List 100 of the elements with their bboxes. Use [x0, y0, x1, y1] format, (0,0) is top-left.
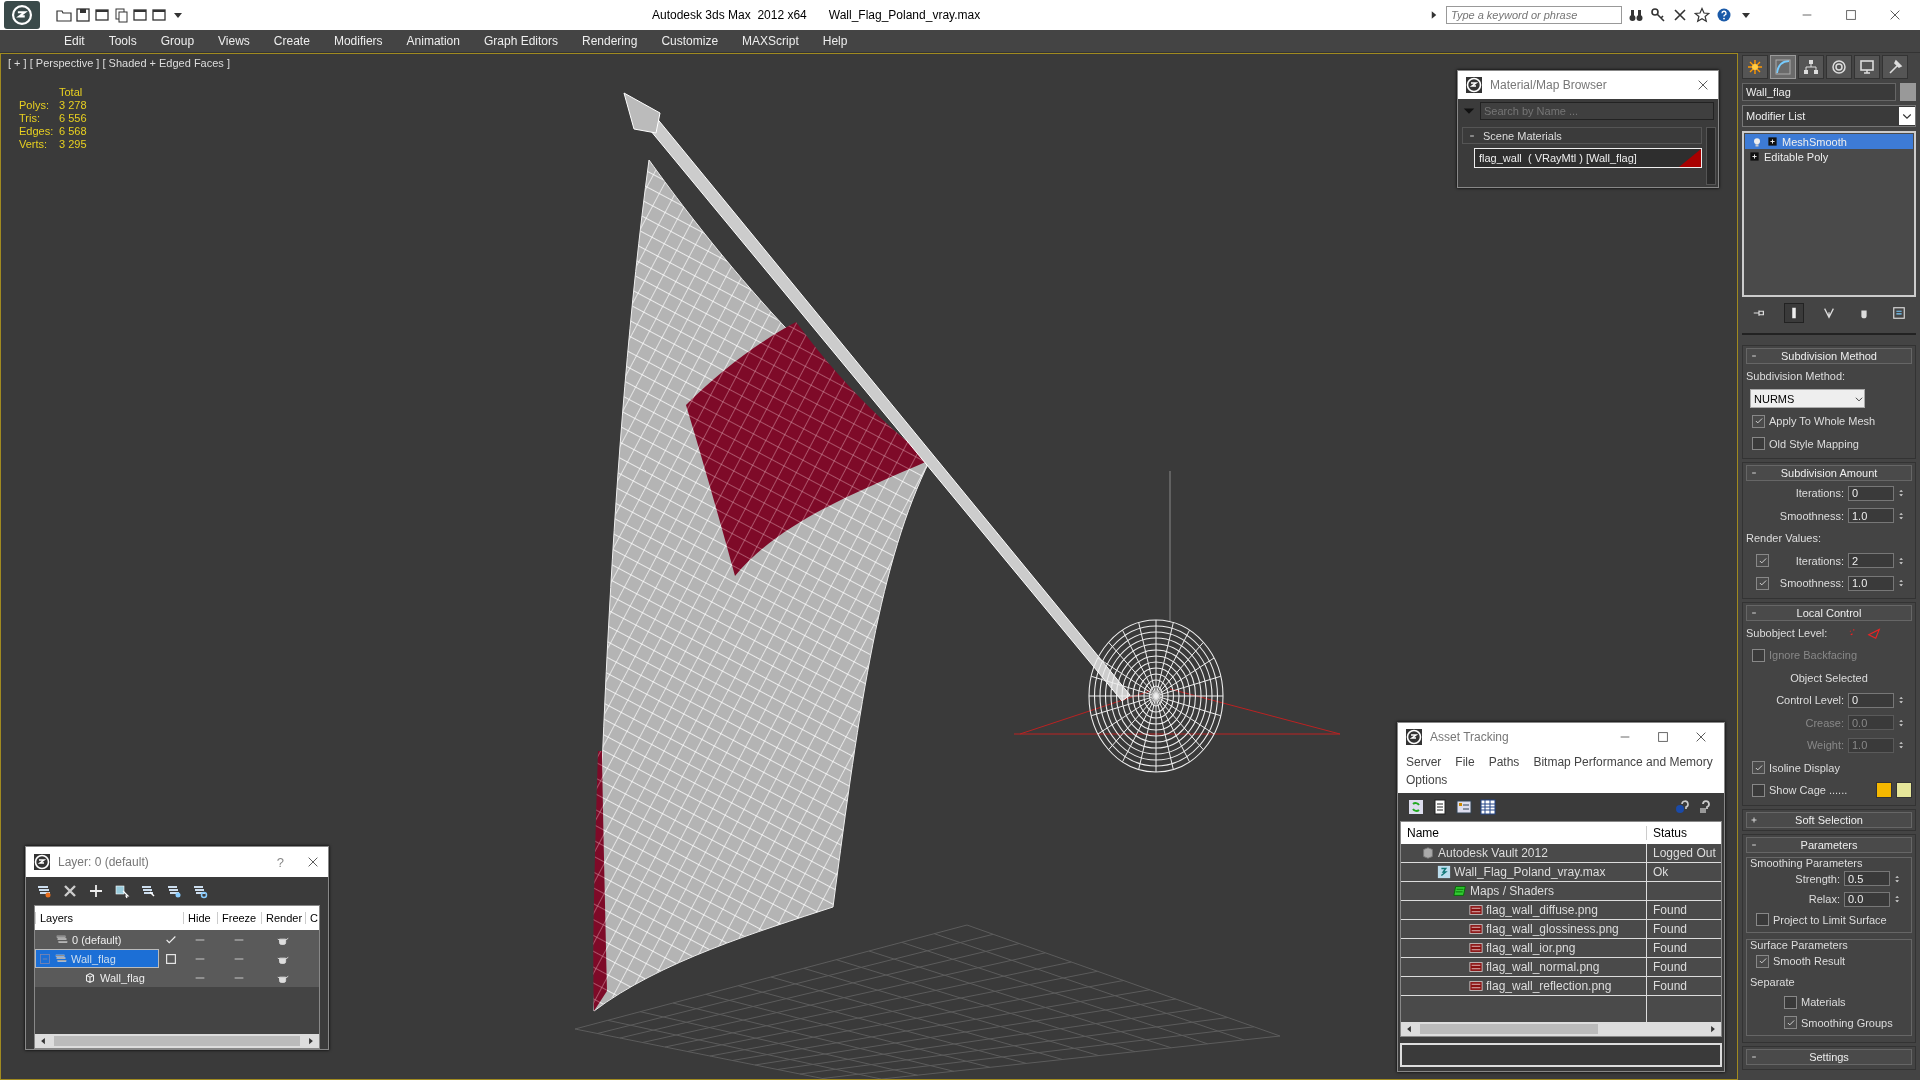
circle-icon[interactable] — [1831, 59, 1847, 75]
key-icon[interactable] — [1650, 7, 1666, 23]
menu-item[interactable]: Paths — [1488, 753, 1520, 771]
menu-item[interactable]: Server — [1406, 753, 1442, 771]
list-icon[interactable] — [1432, 799, 1448, 815]
material-item[interactable]: flag_wall ( VRayMtl ) [Wall_flag] — [1474, 148, 1702, 168]
spinner-field[interactable]: 2 — [1848, 553, 1894, 569]
tree-icon[interactable] — [1456, 799, 1472, 815]
asset-name[interactable]: flag_wall_normal.png — [1486, 960, 1600, 974]
scrollbar[interactable] — [1401, 1022, 1721, 1036]
asset-name[interactable]: Maps / Shaders — [1470, 884, 1555, 898]
checkbox[interactable] — [164, 951, 178, 966]
spinner-field[interactable]: 0.0 — [1844, 891, 1890, 907]
viewport[interactable] — [0, 53, 1738, 1080]
object-name-field[interactable]: Wall_flag — [1742, 83, 1896, 101]
checkbox-label[interactable]: Materials — [1801, 996, 1846, 1009]
menu-item[interactable]: Rendering — [570, 34, 650, 48]
column-header[interactable]: Status — [1646, 826, 1721, 840]
menu-item[interactable]: Options — [1406, 771, 1448, 789]
folder-icon[interactable] — [56, 7, 72, 23]
delete-icon[interactable] — [62, 883, 78, 899]
rollout-header[interactable]: Subdivision Amount — [1746, 465, 1912, 481]
panel-tab[interactable] — [1882, 55, 1908, 79]
checkbox-label[interactable]: Isoline Display — [1769, 761, 1840, 774]
globe-help-icon[interactable] — [1674, 799, 1690, 815]
method-dropdown[interactable]: NURMS — [1750, 389, 1865, 409]
color-swatch[interactable] — [1896, 782, 1912, 799]
close-icon[interactable] — [1888, 8, 1902, 22]
checkbox[interactable] — [1752, 414, 1765, 428]
spinner-field[interactable]: 0.5 — [1844, 871, 1890, 887]
rollout-header[interactable]: Soft Selection — [1746, 811, 1912, 828]
menu-item[interactable]: Animation — [394, 34, 472, 48]
modifier-list-dropdown[interactable]: Modifier List — [1742, 105, 1916, 127]
viewport-label[interactable]: [ + ] [ Perspective ] [ Shaded + Edged Faces ] — [8, 57, 230, 69]
checkbox[interactable] — [1756, 576, 1769, 590]
asset-name[interactable]: Wall_Flag_Poland_vray.max — [1454, 865, 1606, 879]
asset-name[interactable]: Autodesk Vault 2012 — [1438, 846, 1548, 860]
checkbox[interactable] — [1752, 783, 1765, 797]
search-field[interactable]: Type a keyword or phrase — [1446, 6, 1622, 24]
checkbox[interactable] — [1756, 954, 1769, 968]
color-swatch[interactable] — [1876, 782, 1892, 799]
menu-item[interactable]: Create — [261, 34, 322, 48]
help-button[interactable]: ? — [262, 854, 298, 870]
add-icon[interactable] — [88, 883, 104, 899]
column-header[interactable]: Hide — [183, 912, 217, 924]
checkbox[interactable] — [1784, 995, 1797, 1009]
spinner-field[interactable]: 0 — [1848, 692, 1894, 708]
spinner-field[interactable]: 1.0 — [1848, 508, 1894, 524]
object-color-swatch[interactable] — [1900, 83, 1916, 101]
save-icon[interactable] — [75, 7, 91, 23]
window-icon[interactable] — [132, 7, 148, 23]
checkbox-label[interactable]: Show Cage ...... — [1769, 784, 1872, 797]
column-header[interactable]: Freeze — [217, 912, 261, 924]
rollout-header[interactable]: Parameters — [1746, 836, 1912, 853]
refresh-icon[interactable] — [1408, 799, 1424, 815]
documents-icon[interactable] — [113, 7, 129, 23]
layer-light-icon[interactable] — [166, 883, 182, 899]
curve-icon[interactable] — [1775, 59, 1791, 75]
window-icon[interactable] — [94, 7, 110, 23]
stack-item[interactable]: MeshSmooth — [1745, 134, 1913, 149]
menu-item[interactable]: MAXScript — [730, 34, 811, 48]
layer-cursor-icon[interactable] — [140, 883, 156, 899]
scrollbar[interactable] — [35, 1034, 319, 1048]
menu-item[interactable]: Customize — [649, 34, 731, 48]
checkbox[interactable] — [1752, 761, 1765, 775]
rollout-header[interactable]: Settings — [1746, 1049, 1912, 1065]
asset-name[interactable]: flag_wall_glossiness.png — [1486, 922, 1619, 936]
close-icon[interactable] — [306, 855, 320, 869]
checkbox-label[interactable]: Smooth Result — [1773, 955, 1846, 968]
monitor-icon[interactable] — [1859, 59, 1875, 75]
menu-item[interactable]: Group — [148, 34, 207, 48]
layer-row[interactable]: Wall_flag — [35, 949, 159, 968]
layer-gear-icon[interactable] — [192, 883, 208, 899]
checkbox[interactable] — [1756, 554, 1769, 568]
grid-icon[interactable] — [1480, 799, 1496, 815]
panel-tab[interactable] — [1798, 55, 1824, 79]
menu-item[interactable]: Views — [206, 34, 262, 48]
checkbox-label[interactable]: Old Style Mapping — [1769, 437, 1859, 450]
window-icon[interactable] — [151, 7, 167, 23]
app-logo-button[interactable] — [4, 1, 40, 29]
group-header[interactable]: Scene Materials — [1462, 127, 1702, 144]
panel-tab[interactable] — [1826, 55, 1852, 79]
rollout-header[interactable]: Local Control — [1746, 604, 1912, 621]
menu-item[interactable]: Graph Editors — [471, 34, 570, 48]
star-icon[interactable] — [1694, 7, 1710, 23]
checkbox[interactable] — [1784, 1016, 1797, 1030]
column-header[interactable]: C — [305, 912, 319, 924]
panel-tab[interactable] — [1742, 55, 1768, 79]
asset-name[interactable]: flag_wall_ior.png — [1486, 941, 1576, 955]
asset-name[interactable]: flag_wall_diffuse.png — [1486, 903, 1598, 917]
help-icon[interactable] — [1716, 7, 1732, 23]
menu-item[interactable]: Edit — [52, 34, 97, 48]
spinner-field[interactable]: 0 — [1848, 485, 1894, 501]
menu-item[interactable]: Help — [810, 34, 860, 48]
maximize-icon[interactable] — [1656, 730, 1670, 744]
new-layer-icon[interactable] — [36, 883, 52, 899]
hierarchy-icon[interactable] — [1803, 59, 1819, 75]
checkbox[interactable] — [1752, 437, 1765, 451]
menu-item[interactable]: Tools — [96, 34, 149, 48]
binoculars-icon[interactable] — [1628, 7, 1644, 23]
